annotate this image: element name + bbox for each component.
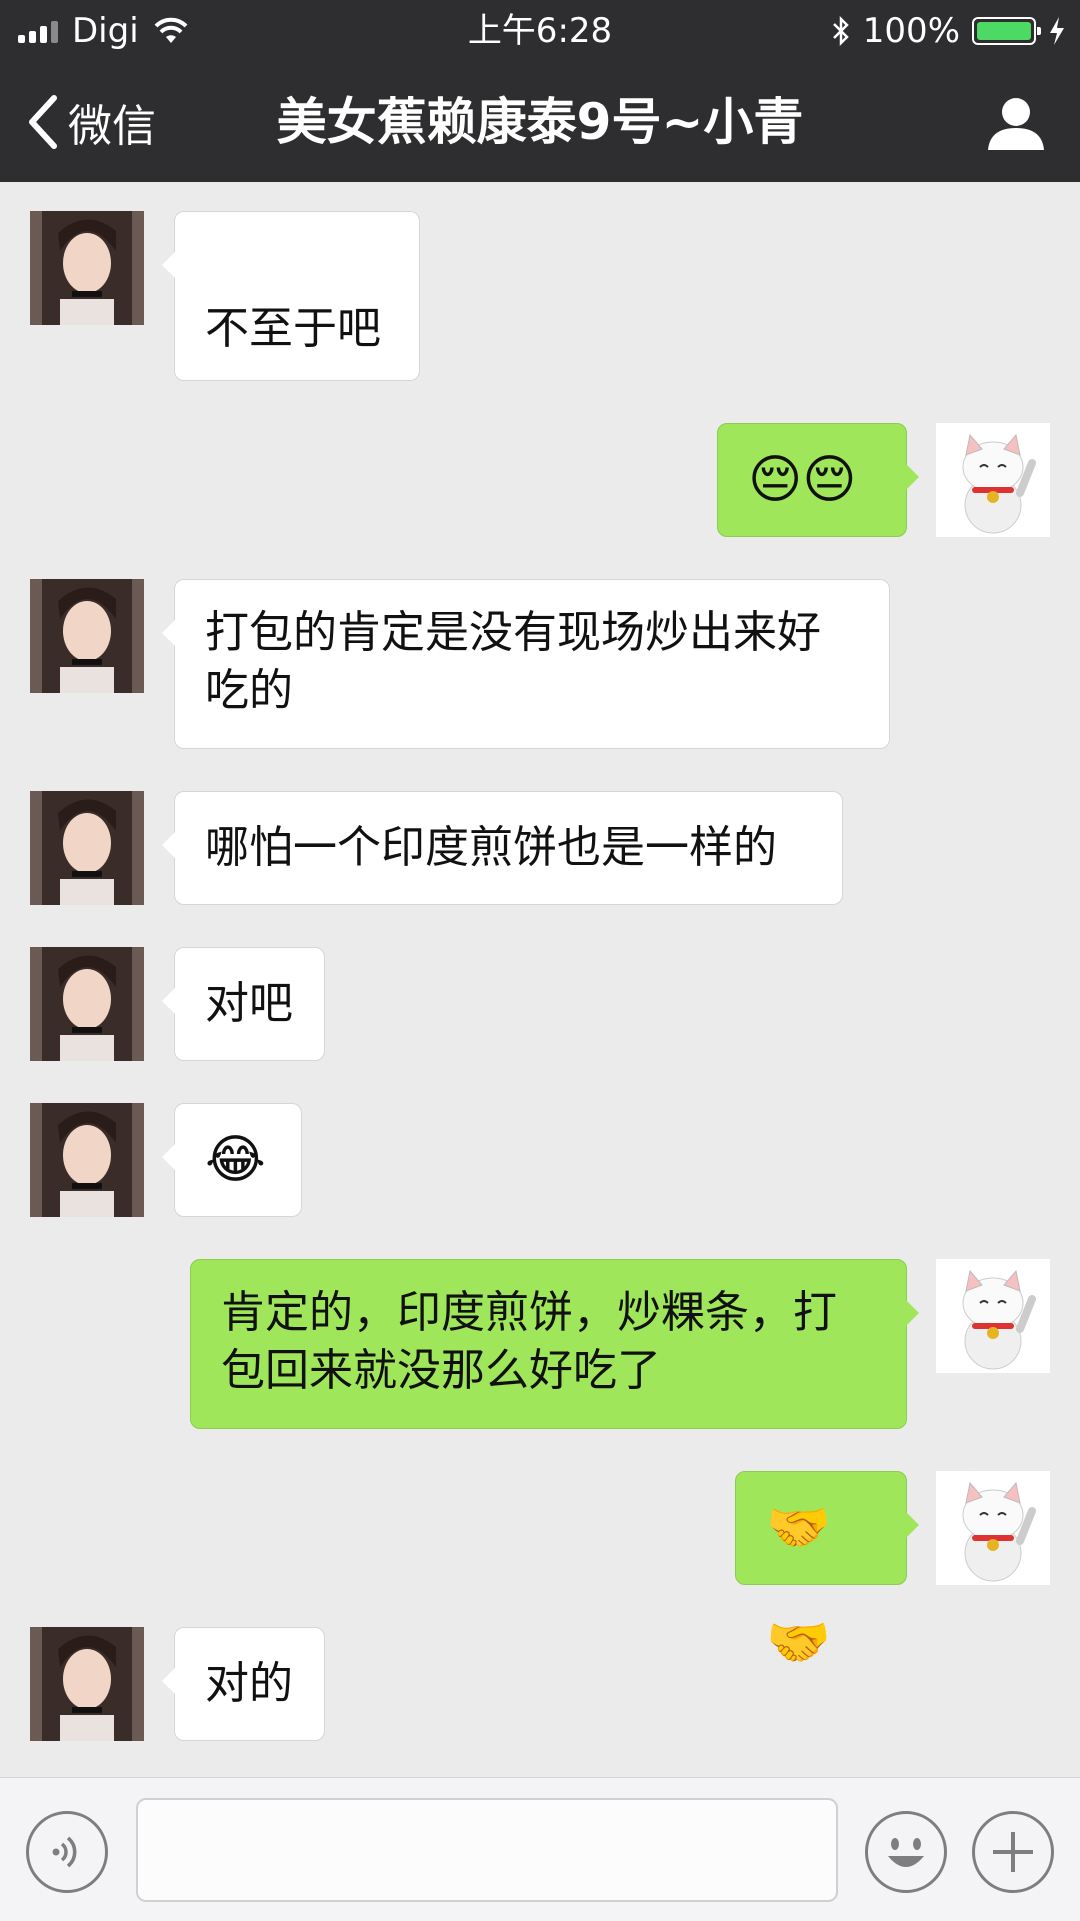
battery-percent: 100% (862, 11, 960, 51)
message-text: 🤝🤝 (766, 1498, 831, 1673)
message-bubble-received[interactable]: 不至于吧 (162, 211, 420, 381)
contact-avatar[interactable] (30, 579, 144, 693)
contact-avatar[interactable] (30, 947, 144, 1061)
status-bar: Digi 上午6:28 100% (0, 0, 1080, 62)
chat-title: 美女蕉赖康泰9号~小青 (276, 93, 804, 151)
message-input[interactable] (136, 1798, 838, 1902)
battery-icon (972, 17, 1041, 45)
message-text: 打包的肯定是没有现场炒出来好吃的 (205, 607, 821, 716)
back-label: 微信 (68, 101, 156, 152)
more-button[interactable] (972, 1811, 1054, 1893)
contact-avatar[interactable] (30, 1627, 144, 1741)
message-bubble-received[interactable]: 哪怕一个印度煎饼也是一样的 (162, 791, 843, 905)
message-text: 哪怕一个印度煎饼也是一样的 (205, 822, 777, 873)
message-bubble-received[interactable]: 打包的肯定是没有现场炒出来好吃的 (162, 579, 890, 749)
message-text: 对的 (205, 1658, 293, 1709)
message-bubble-sent[interactable]: 😔😔 (717, 423, 919, 537)
nav-bar: 微信 美女蕉赖康泰9号~小青 (0, 62, 1080, 182)
bluetooth-icon (832, 15, 849, 47)
plus-icon (993, 1832, 1033, 1872)
emoji-button[interactable] (865, 1811, 947, 1893)
smiley-icon (888, 1838, 924, 1867)
input-bar (0, 1777, 1080, 1921)
user-avatar[interactable] (936, 1259, 1050, 1373)
back-button[interactable]: 微信 (26, 90, 156, 154)
message-text: 😔😔 (748, 450, 857, 510)
message-text: 肯定的，印度煎饼，炒粿条，打包回来就没那么好吃了 (221, 1287, 837, 1396)
message-bubble-received[interactable]: 对的 (162, 1627, 325, 1741)
user-avatar[interactable] (936, 423, 1050, 537)
chevron-left-icon (29, 95, 57, 149)
voice-button[interactable] (26, 1811, 108, 1893)
person-icon[interactable] (986, 96, 1046, 152)
contact-avatar[interactable] (30, 791, 144, 905)
charging-icon (1050, 17, 1064, 45)
message-bubble-received[interactable]: 😂 (162, 1103, 302, 1217)
message-bubble-received[interactable]: 对吧 (162, 947, 325, 1061)
message-bubble-sent[interactable]: 肯定的，印度煎饼，炒粿条，打包回来就没那么好吃了 (190, 1259, 919, 1429)
voice-icon (52, 1836, 77, 1868)
user-avatar[interactable] (936, 1471, 1050, 1585)
contact-avatar[interactable] (30, 211, 144, 325)
contact-avatar[interactable] (30, 1103, 144, 1217)
message-bubble-sent[interactable]: 🤝🤝 (735, 1471, 919, 1673)
message-text: 不至于吧 (205, 303, 381, 354)
message-text: 对吧 (205, 978, 293, 1029)
message-text: 😂 (205, 1130, 266, 1190)
